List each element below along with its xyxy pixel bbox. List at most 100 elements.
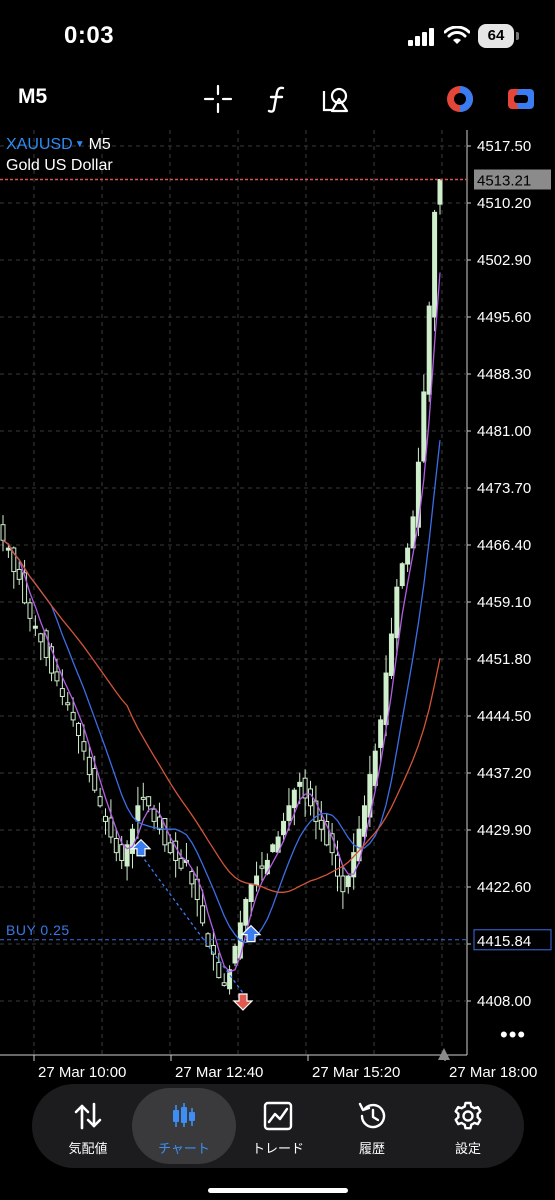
- candle-body: [259, 865, 265, 869]
- candle-body: [16, 568, 22, 580]
- tab-label: チャート: [158, 1141, 210, 1156]
- candle-body: [432, 211, 438, 318]
- candle-body: [297, 781, 303, 787]
- price-chart[interactable]: 4517.50 4510.20 4502.90 4495.60 4488.30 4481.…: [0, 130, 555, 1082]
- current-price-label: 4513.21: [477, 172, 531, 189]
- symbol-name[interactable]: XAUUSD: [6, 136, 73, 153]
- candle-body: [189, 871, 195, 885]
- candle-body: [334, 854, 340, 877]
- candle-body: [286, 805, 292, 821]
- y-axis-label: 4502.90: [477, 252, 531, 269]
- candle-body: [437, 178, 443, 205]
- candle-body: [426, 305, 432, 395]
- candle-body: [270, 844, 276, 853]
- y-axis-label: 4408.00: [477, 993, 531, 1010]
- tab-quotes[interactable]: 気配値: [40, 1084, 136, 1168]
- candle-body: [38, 633, 44, 643]
- tab-trade[interactable]: トレード: [230, 1084, 326, 1168]
- objects-icon[interactable]: [320, 83, 352, 115]
- x-axis-label: 27 Mar 15:20: [312, 1064, 400, 1081]
- quotes-icon: [74, 1102, 102, 1130]
- candle-body: [200, 905, 206, 924]
- tab-history[interactable]: 履歴: [324, 1084, 420, 1168]
- candle-body: [248, 883, 254, 902]
- candle-body: [151, 808, 157, 822]
- candle-body: [27, 602, 33, 619]
- x-axis-label: 27 Mar 12:40: [175, 1064, 263, 1081]
- candle-body: [399, 563, 405, 587]
- status-time: 0:03: [64, 22, 115, 49]
- candle-body: [394, 586, 400, 639]
- candle-body: [318, 819, 324, 830]
- y-axis-label: 4451.80: [477, 651, 531, 668]
- candle-body: [178, 857, 184, 869]
- candle-body: [70, 711, 76, 721]
- candle-body: [156, 816, 162, 830]
- chart-shift-icon[interactable]: [438, 1048, 450, 1060]
- candle-body: [76, 722, 82, 737]
- tab-chart[interactable]: チャート: [132, 1088, 236, 1164]
- tab-label: 履歴: [358, 1141, 385, 1156]
- candle-body: [345, 875, 351, 887]
- y-axis-label: 4437.20: [477, 765, 531, 782]
- y-axis-label: 4422.60: [477, 879, 531, 896]
- y-axis-label: 4429.90: [477, 822, 531, 839]
- chart-icon: [173, 1103, 195, 1127]
- candle-body: [97, 796, 103, 807]
- candle-body: [108, 817, 114, 838]
- candle-body: [5, 547, 11, 551]
- position-price-label: 4415.84: [477, 933, 531, 950]
- cellular-signal-icon: [408, 28, 434, 46]
- candle-body: [232, 945, 238, 964]
- candle-body: [135, 805, 141, 822]
- candle-body: [119, 844, 125, 861]
- candle-body: [216, 961, 222, 979]
- more-icon[interactable]: •••: [500, 1022, 526, 1048]
- battery-indicator: 64: [478, 24, 514, 48]
- symbol-timeframe: M5: [88, 136, 111, 153]
- trade-signal-icon[interactable]: [444, 83, 476, 115]
- y-axis-label: 4517.50: [477, 138, 531, 155]
- y-axis-label: 4488.30: [477, 366, 531, 383]
- candle-body: [113, 837, 119, 854]
- y-axis-label: 4466.40: [477, 537, 531, 554]
- position-label[interactable]: BUY 0.25: [6, 922, 70, 938]
- chart-switch-icon[interactable]: [505, 83, 537, 115]
- candle-body: [340, 875, 346, 893]
- tab-label: 設定: [454, 1141, 481, 1156]
- tab-label: 気配値: [68, 1141, 108, 1156]
- symbol-selector[interactable]: XAUUSD ▼ M5: [6, 136, 111, 154]
- settings-icon: [454, 1101, 482, 1130]
- candle-body: [388, 633, 394, 677]
- candle-body: [54, 671, 60, 682]
- crosshair-icon[interactable]: [202, 83, 234, 115]
- candle-body: [167, 842, 173, 854]
- candle-body: [103, 815, 109, 822]
- candle-body: [86, 756, 92, 776]
- chart-toolbar: M5: [0, 75, 555, 123]
- candle-body: [254, 875, 260, 886]
- candle-body: [32, 625, 38, 629]
- candle-body: [146, 796, 152, 807]
- tab-settings[interactable]: 設定: [420, 1084, 516, 1168]
- timeframe-button[interactable]: M5: [18, 85, 47, 109]
- candle-body: [0, 524, 6, 541]
- y-axis-label: 4473.70: [477, 480, 531, 497]
- sell-arrow-icon: [232, 993, 254, 1011]
- x-axis-label: 27 Mar 18:00: [449, 1064, 537, 1081]
- y-axis-label: 4481.00: [477, 423, 531, 440]
- function-icon[interactable]: [262, 83, 294, 115]
- candle-body: [308, 788, 314, 807]
- home-indicator: [208, 1188, 348, 1193]
- battery-tip: [516, 32, 519, 40]
- candle-body: [92, 767, 98, 791]
- history-icon: [358, 1102, 386, 1129]
- y-axis-label: 4444.50: [477, 708, 531, 725]
- trade-icon: [263, 1101, 293, 1131]
- bottom-tab-bar: 気配値 チャート トレード 履歴 設定: [32, 1084, 524, 1168]
- candle-body: [291, 789, 297, 809]
- candle-body: [405, 547, 411, 565]
- candle-body: [59, 688, 65, 697]
- status-bar: 0:03 64: [0, 0, 555, 75]
- dropdown-triangle-icon: ▼: [74, 139, 85, 150]
